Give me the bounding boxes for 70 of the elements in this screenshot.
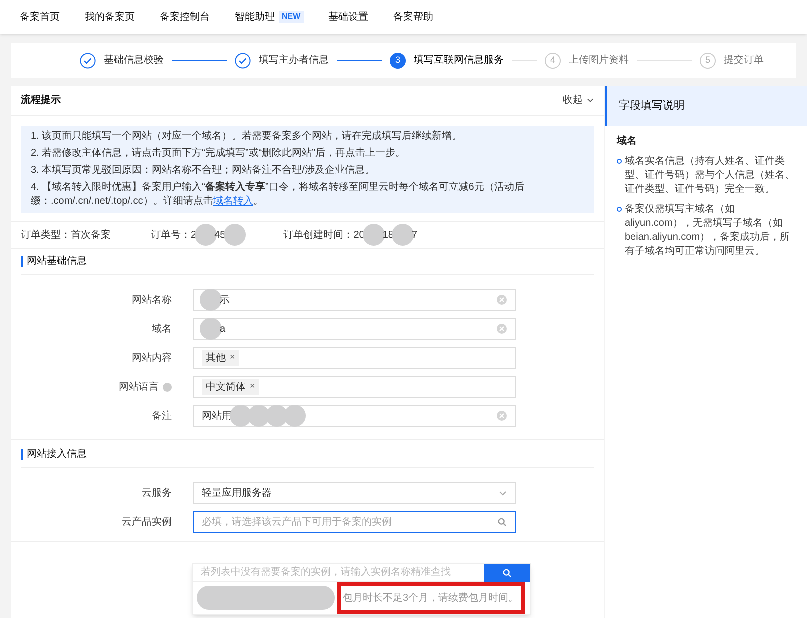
field-label: 网站内容 — [132, 352, 172, 366]
value-text: 示 — [220, 294, 230, 308]
order-label: 订单号： — [151, 228, 191, 242]
tip-text: 4. 【域名转入限时优惠】备案用户输入“备案转入专享”口令，将域名转移至阿里云时每个域名可立减6元（活动后缀：.com/.cn/.net/.top/.cc）。详细请点击域名转入。 — [31, 181, 526, 209]
bullet-icon — [617, 159, 622, 164]
step-label: 提交订单 — [724, 54, 764, 68]
panel-title: 字段填写说明 — [619, 98, 685, 114]
nav-link[interactable]: 备案首页 — [20, 10, 60, 24]
field-label: 域名 — [152, 322, 172, 336]
search-button[interactable] — [484, 564, 530, 582]
chevron-down-icon — [499, 490, 507, 496]
input-field[interactable]: 示 — [193, 289, 516, 311]
step-label: 填写主办者信息 — [259, 54, 329, 68]
domain-transfer-link[interactable]: 域名转入 — [213, 196, 254, 207]
section-title: 流程提示 — [21, 93, 61, 108]
note-text: 域名实名信息（持有人姓名、证件类型、证件号码）需与个人信息（姓名、证件类型、证件号码）完全一致。 — [625, 155, 795, 197]
field-label: 网站语言 — [119, 380, 159, 394]
tip-text: 1. 该页面只能填写一个网站（对应一个域名）。若需要备案多个网站，请在完成填写后继续新增。 — [31, 130, 464, 144]
field-label: 云产品实例 — [122, 516, 172, 530]
tag-label: 中文简体 — [206, 380, 246, 394]
search-icon — [502, 568, 512, 578]
value-text: 首次备案 — [71, 228, 111, 242]
redaction-blob — [392, 224, 414, 246]
new-badge: NEW — [279, 11, 304, 23]
field-label: 备注 — [152, 410, 172, 424]
clear-icon[interactable] — [497, 324, 507, 334]
nav-link[interactable]: 备案帮助 — [394, 10, 434, 24]
value-text: 7 — [412, 228, 418, 242]
search-icon — [498, 518, 507, 526]
collapse-button[interactable]: 收起 — [563, 93, 594, 108]
remove-tag-icon[interactable]: × — [250, 380, 256, 394]
nav-link[interactable]: 基础设置 — [328, 10, 369, 24]
nav-link[interactable]: 智能助理 NEW — [235, 10, 304, 24]
tip-text: 3. 本填写页常见驳回原因：网站名称不合理；网站备注不合理/涉及企业信息。 — [31, 164, 376, 178]
chevron-down-icon — [587, 98, 594, 103]
nav-link[interactable]: 备案控制台 — [160, 10, 210, 24]
redaction-blob — [200, 289, 222, 311]
order-label: 订单类型： — [21, 228, 71, 242]
redaction-blob — [224, 224, 246, 246]
value-text: a — [220, 322, 226, 336]
tag-field[interactable]: 中文简体 × — [193, 376, 516, 398]
tag-label: 其他 — [206, 352, 226, 366]
step-number: 5 — [700, 52, 716, 68]
step-number: 3 — [390, 52, 406, 68]
step-label: 基础信息校验 — [104, 54, 164, 68]
redaction-blob — [362, 224, 385, 246]
bullet-icon — [617, 207, 622, 212]
tip-text: 2. 若需修改主体信息，请点击页面下方“完成填写”或“删除此网站”后，再点击上一步。 — [31, 147, 406, 161]
redaction-blob — [230, 405, 252, 427]
step-number: 4 — [545, 52, 561, 68]
redaction-blob — [284, 405, 306, 427]
help-icon[interactable] — [163, 382, 172, 392]
select-field[interactable]: 轻量应用服务器 — [193, 482, 516, 504]
field-label: 网站名称 — [132, 294, 172, 308]
section-heading: 网站基础信息 — [21, 256, 87, 267]
section-heading: 网站接入信息 — [21, 449, 87, 460]
remove-tag-icon[interactable]: × — [230, 351, 236, 365]
field-label: 云服务 — [142, 486, 172, 500]
nav-link[interactable]: 我的备案页 — [85, 10, 135, 24]
tag-field[interactable]: 其他 × — [193, 347, 516, 369]
note-text: 备案仅需填写主域名（如aliyun.com），无需填写子域名（如beian.aliyun.com），备案成功后，所有子域名均可正常访问阿里云。 — [625, 203, 792, 259]
step-label: 上传图片资料 — [569, 54, 629, 68]
field-name: 域名 — [617, 134, 638, 149]
option-text: 包月时长不足3个月，请续费包月时间。 — [343, 592, 519, 606]
step-label: 填写互联网信息服务 — [414, 54, 504, 68]
redaction-blob — [200, 318, 222, 340]
clear-icon[interactable] — [497, 295, 507, 305]
order-label: 订单创建时间： — [284, 228, 354, 242]
clear-icon[interactable] — [497, 411, 507, 421]
input-field[interactable]: a — [193, 318, 516, 340]
